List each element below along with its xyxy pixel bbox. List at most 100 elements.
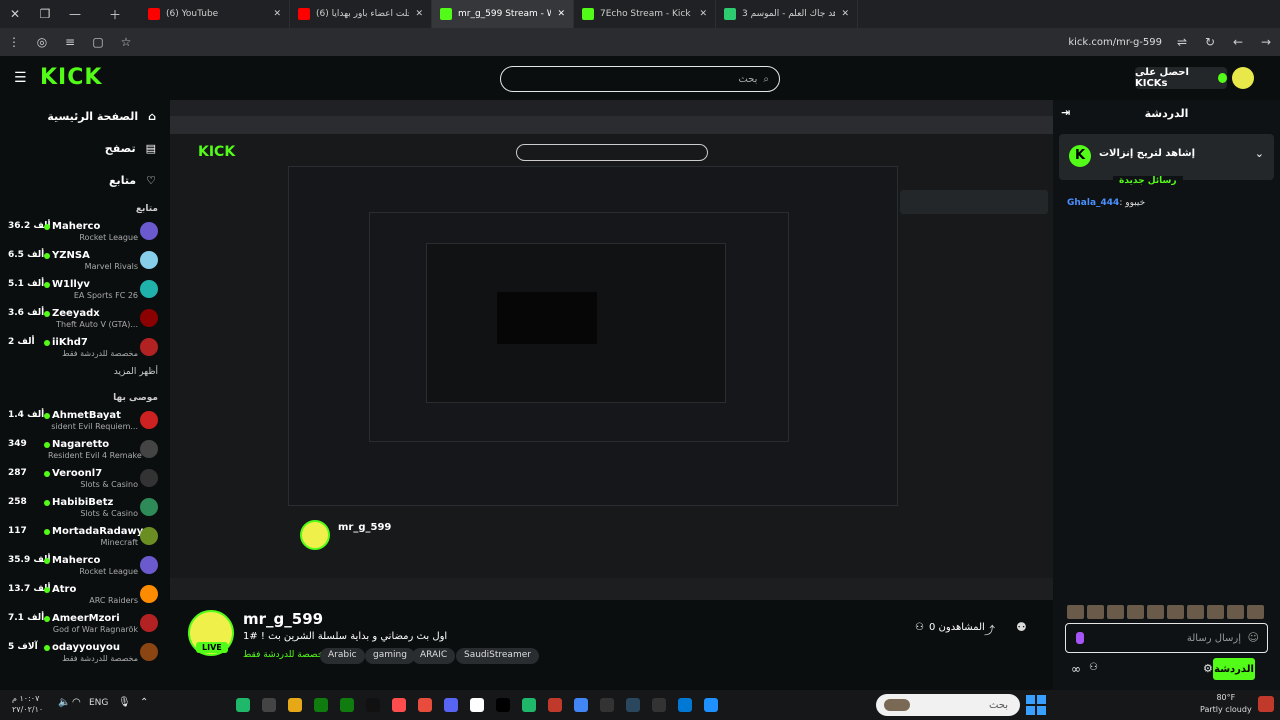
sidebar-channel[interactable]: 35.9 ألف Maherco Rocket League — [0, 552, 170, 581]
tag-2[interactable]: ARAIC — [412, 648, 456, 664]
heart-icon: ♡ — [146, 173, 156, 187]
tag-3[interactable]: SaudiStreamer — [456, 648, 539, 664]
sidebar-channel[interactable]: 1.4 ألف AhmetBayat sident Evil Requiem... — [0, 407, 170, 436]
share-icon[interactable]: ⤴ — [984, 622, 995, 638]
show-more-link[interactable]: أظهر المزيد — [0, 363, 170, 385]
taskbar-app-icon[interactable] — [492, 695, 515, 715]
tab-close-icon[interactable]: ✕ — [273, 9, 281, 19]
chat-send-button[interactable]: الدردشة — [1213, 658, 1255, 680]
stream-category[interactable]: مخصصة للدردشة فقط — [243, 650, 328, 660]
minimize-window-icon[interactable]: — — [60, 0, 90, 28]
taskbar-app-icon[interactable] — [336, 695, 359, 715]
pinned-message[interactable]: K إشاهد لتريح إنزالات ⌄ — [1059, 134, 1274, 180]
search-input[interactable]: بحث ⌕ — [500, 66, 780, 92]
video-player[interactable]: KICK mr_g_599 — [170, 100, 1053, 600]
get-kicks-button[interactable]: احصل على KICKs — [1135, 67, 1227, 89]
chevron-down-icon[interactable]: ⌄ — [1255, 147, 1264, 160]
infinity-icon[interactable]: ∞ — [1071, 662, 1081, 676]
menu-dots-icon[interactable]: ⋮ — [0, 28, 28, 56]
collapse-chat-icon[interactable]: ⇥ — [1061, 106, 1070, 119]
browser-tab[interactable]: شاهد جاك العلم - الموسم 3 ✕ — [716, 0, 858, 28]
windows-start-icon[interactable] — [1026, 695, 1046, 715]
follow-icon[interactable]: ⚉ — [1016, 620, 1027, 634]
taskbar-app-icon[interactable] — [518, 695, 541, 715]
clock[interactable]: ١٠:٠٧ م ٢٧/٠٢/١٠ — [12, 693, 43, 715]
sidebar-channel[interactable]: 7.1 ألف AmeerMzori God of War Ragnarök — [0, 610, 170, 639]
channel-avatar — [140, 338, 158, 356]
wifi-icon[interactable]: ◠ — [72, 697, 81, 708]
taskbar-app-icon[interactable] — [388, 695, 411, 715]
taskbar-app-icon[interactable] — [284, 695, 307, 715]
channel-name[interactable]: mr_g_599 — [243, 610, 323, 628]
screenshot-icon[interactable]: ▢ — [84, 28, 112, 56]
sidebar-channel[interactable]: 117 MortadaRadawy Minecraft — [0, 523, 170, 552]
user-avatar[interactable] — [1232, 67, 1254, 89]
taskbar-app-icon[interactable] — [466, 695, 489, 715]
taskbar-app-icon[interactable] — [232, 695, 255, 715]
taskbar-app-icon[interactable] — [570, 695, 593, 715]
nav-browse[interactable]: ▤ تصفح — [0, 132, 170, 164]
sidebar-channel[interactable]: 5 آلاف odayyouyou مخصصة للدردشة فقط — [0, 639, 170, 668]
site-settings-icon[interactable]: ⇌ — [1168, 28, 1196, 56]
tab-close-icon[interactable]: ✕ — [415, 9, 423, 19]
channel-category: EA Sports FC 26 — [73, 291, 138, 300]
taskbar-app-icon[interactable] — [258, 695, 281, 715]
volume-icon[interactable]: 🔈 — [58, 697, 70, 708]
browser-tab[interactable]: mr_g_599 Stream - Wa ✕ — [432, 0, 574, 28]
taskbar-app-icon[interactable] — [310, 695, 333, 715]
emoji-icon[interactable]: ☺ — [1248, 631, 1259, 644]
tab-close-icon[interactable]: ✕ — [841, 9, 849, 19]
bookmark-star-icon[interactable]: ☆ — [112, 28, 140, 56]
chevron-up-icon[interactable]: ⌃ — [140, 697, 148, 708]
back-arrow-icon[interactable]: ← — [1224, 28, 1252, 56]
microphone-icon[interactable]: 🎙 — [118, 697, 131, 708]
taskbar-app-icon[interactable] — [674, 695, 697, 715]
tab-label: mr_g_599 Stream - Wa — [458, 9, 552, 19]
browser-tab[interactable]: (6) YouTube ✕ — [140, 0, 290, 28]
taskbar-app-icon[interactable] — [362, 695, 385, 715]
nav-following[interactable]: ♡ متابع — [0, 164, 170, 196]
sidebar-channel[interactable]: 287 Veroonl7 Slots & Casino — [0, 465, 170, 494]
taskbar-app-icon[interactable] — [700, 695, 723, 715]
chat-username[interactable]: Ghala_444 — [1067, 198, 1119, 208]
taskbar-app-icon[interactable] — [622, 695, 645, 715]
settings-gear-icon[interactable]: ⚙ — [1203, 662, 1213, 675]
emote-row[interactable] — [1067, 605, 1267, 621]
nav-home[interactable]: ⌂ الصفحة الرئيسية — [0, 100, 170, 132]
tune-icon[interactable]: ≡ — [56, 28, 84, 56]
taskbar-search[interactable]: بحث — [876, 694, 1020, 716]
people-icon[interactable]: ⚇ — [1089, 662, 1098, 673]
sidebar-channel[interactable]: 349 Nagaretto Resident Evil 4 Remake — [0, 436, 170, 465]
url-text[interactable]: kick.com/mr-g-599 — [1068, 37, 1162, 48]
close-window-icon[interactable]: ✕ — [0, 0, 30, 28]
taskbar-app-icon[interactable] — [440, 695, 463, 715]
taskbar-app-icon[interactable] — [648, 695, 671, 715]
maximize-window-icon[interactable]: ❐ — [30, 0, 60, 28]
sidebar-channel[interactable]: 6.5 ألف YZNSA Marvel Rivals — [0, 247, 170, 276]
language-indicator[interactable]: ENG — [89, 698, 108, 708]
taskbar-app-icon[interactable] — [596, 695, 619, 715]
sidebar-channel[interactable]: 3.6 ألف Zeeyadx Theft Auto V (GTA)... — [0, 305, 170, 334]
sidebar-channel[interactable]: 2 ألف iiKhd7 مخصصة للدردشة فقط — [0, 334, 170, 363]
new-tab-button[interactable]: ＋ — [90, 0, 140, 28]
sidebar-channel[interactable]: 258 HabibiBetz Slots & Casino — [0, 494, 170, 523]
taskbar-app-icon[interactable] — [414, 695, 437, 715]
forward-arrow-icon[interactable]: → — [1252, 28, 1280, 56]
sidebar-channel[interactable]: 36.2 ألف Maherco Rocket League — [0, 218, 170, 247]
hamburger-menu-icon[interactable]: ☰ — [14, 70, 27, 86]
reload-icon[interactable]: ↻ — [1196, 28, 1224, 56]
sidebar-channel[interactable]: 13.7 ألف Atro ARC Raiders — [0, 581, 170, 610]
tag-1[interactable]: gaming — [365, 648, 415, 664]
tab-close-icon[interactable]: ✕ — [699, 9, 707, 19]
weather-widget[interactable]: 80°F Partly cloudy — [1200, 692, 1252, 716]
taskbar-app-icon[interactable] — [544, 695, 567, 715]
sidebar-channel[interactable]: 5.1 ألف W1llyv EA Sports FC 26 — [0, 276, 170, 305]
tag-0[interactable]: Arabic — [320, 648, 365, 664]
tab-close-icon[interactable]: ✕ — [557, 9, 565, 19]
chat-input[interactable]: إرسال رسالة ☺ — [1065, 623, 1268, 653]
kick-logo[interactable]: KICK — [40, 65, 102, 90]
browser-tab[interactable]: (6) فاجلت أعضاء باور بهدايا ✕ — [290, 0, 432, 28]
browser-tab[interactable]: 7Echo Stream - Kick Dashb ✕ — [574, 0, 716, 28]
extension-icon[interactable]: ◎ — [28, 28, 56, 56]
tab-favicon — [582, 8, 594, 20]
